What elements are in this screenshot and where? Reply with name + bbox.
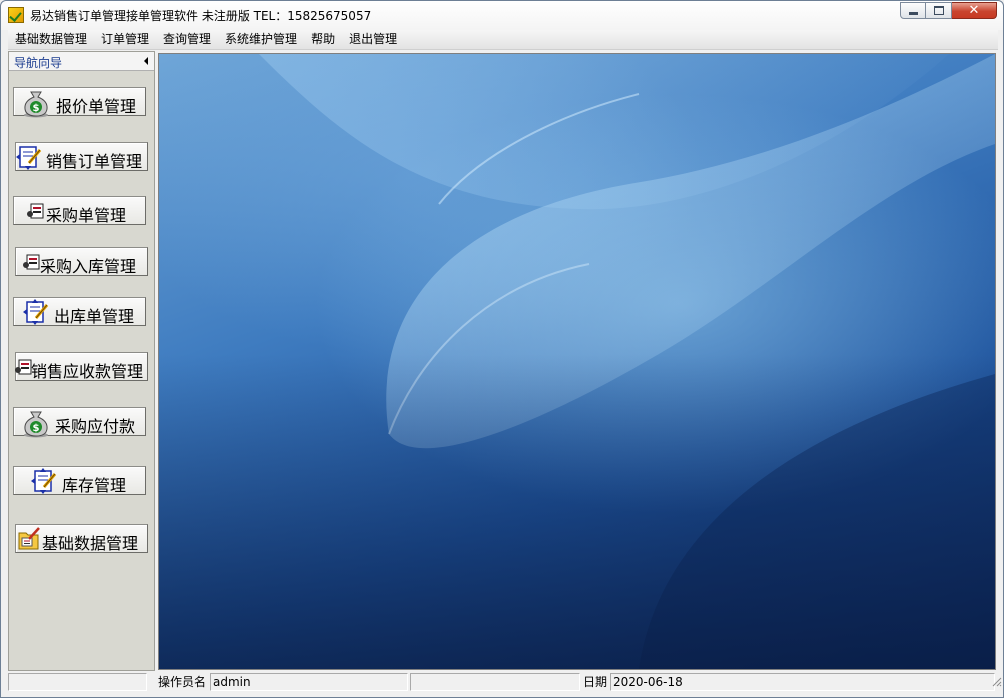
maximize-icon: [933, 6, 944, 15]
nav-button-outbound[interactable]: 出库单管理: [13, 297, 146, 326]
status-cell-empty: [410, 673, 580, 691]
menu-system-maintenance[interactable]: 系统维护管理: [218, 30, 304, 49]
nav-button-label: 报价单管理: [56, 97, 137, 116]
nav-button-label: 采购单管理: [46, 206, 127, 225]
navigation-header: 导航向导: [9, 52, 154, 71]
window-controls: ✕: [900, 2, 997, 19]
document-pencil-icon: [31, 468, 57, 494]
nav-button-sales-order[interactable]: 销售订单管理: [15, 142, 148, 171]
form-icon: [23, 254, 40, 270]
desktop-wallpaper: [159, 54, 995, 669]
maximize-button[interactable]: [926, 2, 952, 19]
money-bag-icon: $: [24, 91, 48, 118]
nav-button-inventory[interactable]: 库存管理: [13, 466, 146, 495]
document-pencil-icon: [16, 146, 42, 170]
menu-help[interactable]: 帮助: [304, 30, 342, 49]
nav-button-receivables[interactable]: 销售应收款管理: [15, 352, 148, 381]
menu-basic-data[interactable]: 基础数据管理: [8, 30, 94, 49]
menu-orders[interactable]: 订单管理: [94, 30, 156, 49]
app-window: 易达销售订单管理接单管理软件 未注册版 TEL：15825675057 ✕ 基础…: [0, 0, 1004, 698]
minimize-button[interactable]: [900, 2, 926, 19]
nav-button-payables[interactable]: $ 采购应付款: [13, 407, 146, 438]
nav-button-label: 基础数据管理: [42, 534, 139, 553]
operator-label: 操作员名: [158, 675, 207, 689]
close-button[interactable]: ✕: [952, 2, 997, 19]
menu-exit[interactable]: 退出管理: [342, 30, 404, 49]
collapse-arrow-icon[interactable]: [144, 57, 148, 65]
window-title: 易达销售订单管理接单管理软件 未注册版 TEL：15825675057: [30, 9, 372, 23]
title-bar[interactable]: 易达销售订单管理接单管理软件 未注册版 TEL：15825675057 ✕: [1, 1, 1003, 30]
app-icon[interactable]: [8, 7, 24, 23]
document-pencil-icon: [23, 299, 49, 325]
money-bag-icon: $: [24, 411, 48, 438]
date-value: 2020-06-18: [610, 673, 995, 691]
operator-value: admin: [210, 673, 408, 691]
date-label: 日期: [583, 675, 608, 689]
resize-grip-icon[interactable]: [990, 675, 1002, 687]
nav-button-quotation[interactable]: $ 报价单管理: [13, 87, 146, 118]
nav-button-label: 销售订单管理: [46, 152, 143, 171]
status-cell-empty: [8, 673, 147, 691]
nav-button-purchase[interactable]: 采购单管理: [13, 196, 146, 225]
close-icon: ✕: [968, 3, 980, 18]
desktop-area: [158, 53, 996, 670]
nav-button-label: 出库单管理: [54, 307, 135, 326]
menu-query[interactable]: 查询管理: [156, 30, 218, 49]
nav-button-purchase-inbound[interactable]: 采购入库管理: [15, 247, 148, 276]
navigation-title: 导航向导: [14, 56, 63, 70]
nav-button-label: 采购入库管理: [40, 257, 137, 276]
folder-pencil-icon: [18, 527, 40, 550]
navigation-panel: 导航向导 $ 报价单管理 销售订单管理 采购单管理 采购入库管理 出库单管理 销…: [8, 51, 155, 671]
menu-bar: 基础数据管理 订单管理 查询管理 系统维护管理 帮助 退出管理: [8, 30, 998, 50]
form-icon: [27, 203, 44, 219]
nav-button-basic-data[interactable]: 基础数据管理: [15, 524, 148, 553]
status-bar: 操作员名 admin 日期 2020-06-18: [8, 673, 998, 692]
minimize-icon: [908, 11, 918, 15]
svg-text:$: $: [33, 103, 40, 114]
nav-button-label: 销售应收款管理: [31, 362, 144, 381]
nav-button-label: 采购应付款: [55, 417, 136, 436]
nav-button-label: 库存管理: [62, 476, 127, 495]
svg-text:$: $: [33, 423, 40, 434]
